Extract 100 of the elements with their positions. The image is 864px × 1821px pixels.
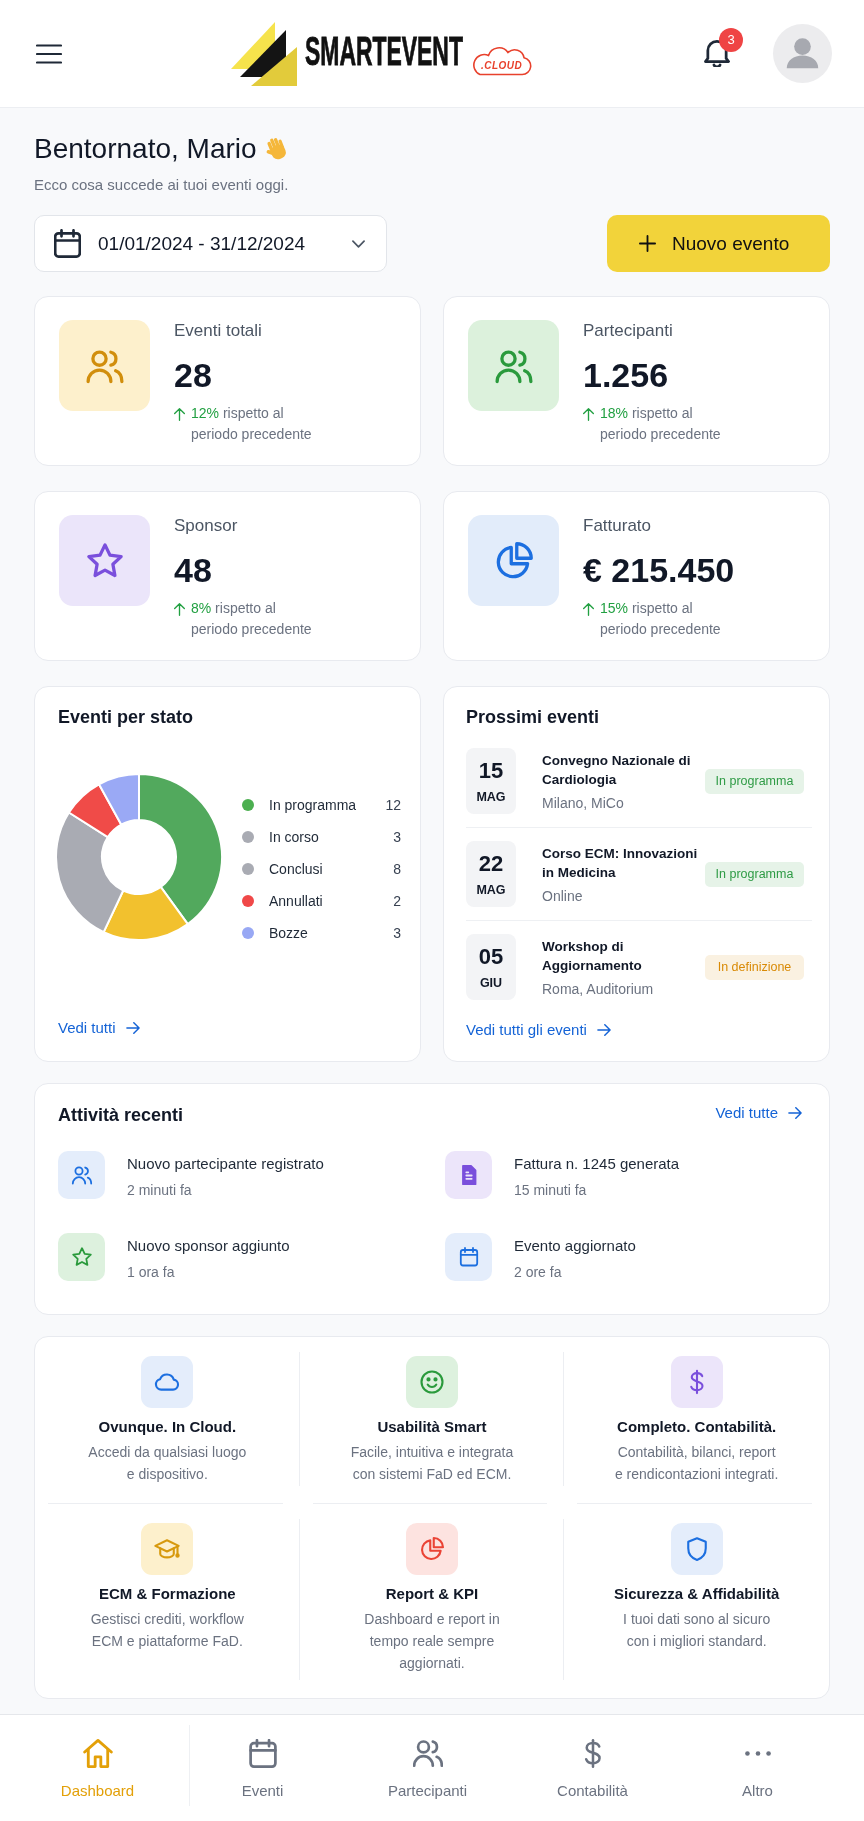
event-location: Roma, Auditorium <box>542 979 655 998</box>
legend-label: Conclusi <box>269 861 324 877</box>
feature-title: Completo. Contabilità. <box>617 1417 777 1437</box>
stat-value: € 215.450 <box>583 550 735 590</box>
calendar-icon <box>445 1233 492 1281</box>
nav-tab[interactable]: Altro <box>675 1715 840 1821</box>
logo-cloud-tag: .CLOUD <box>470 44 533 77</box>
date-month: MAG <box>476 881 506 898</box>
feature-description: Gestisci crediti, workflow ECM e piattaforme FaD. <box>89 1610 245 1651</box>
date-month: GIU <box>479 974 503 991</box>
nav-tab[interactable]: Eventi <box>180 1715 345 1821</box>
event-location: Online <box>542 886 584 905</box>
greeting-title: Bentornato, Mario <box>34 133 257 165</box>
stat-label: Fatturato <box>583 515 653 537</box>
users-icon <box>58 1151 105 1199</box>
arrow-right-icon <box>596 1024 611 1036</box>
stat-trend: 12% rispetto al periodo precedente <box>191 404 313 444</box>
activity-title: Nuovo partecipante registrato <box>127 1154 324 1174</box>
greeting-subtitle: Ecco cosa succede ai tuoi eventi oggi. <box>34 175 290 195</box>
view-all-link[interactable]: Vedi tutte <box>715 1103 802 1123</box>
date-day: 15 <box>478 757 504 784</box>
status-badge: In definizione <box>705 954 804 980</box>
activity-time: 2 minuti fa <box>127 1181 193 1200</box>
legend-count: 2 <box>393 893 401 909</box>
legend-count: 8 <box>393 861 401 877</box>
users-icon <box>412 1739 443 1768</box>
legend-label: Bozze <box>269 925 309 941</box>
feature-title: Usabilità Smart <box>377 1417 487 1437</box>
event-title: Convegno Nazionale di Cardiologia <box>542 751 692 789</box>
users-icon <box>468 320 559 411</box>
legend-label: In corso <box>269 829 320 845</box>
feature-description: Dashboard e report in tempo reale sempre aggiornati. <box>363 1610 501 1673</box>
more-icon <box>744 1751 771 1756</box>
arrow-up-icon <box>583 603 594 616</box>
date-day: 22 <box>478 850 504 877</box>
view-all-link[interactable]: Vedi tutti <box>58 1018 140 1038</box>
users-icon <box>59 320 150 411</box>
card-title: Attività recenti <box>58 1104 184 1127</box>
logo-icon <box>231 21 297 86</box>
card-title: Prossimi eventi <box>466 706 601 729</box>
pie-chart-icon <box>468 515 559 606</box>
date-day: 05 <box>478 943 504 970</box>
stat-value: 28 <box>174 355 213 395</box>
date-month: MAG <box>476 788 506 805</box>
arrow-right-icon <box>125 1022 140 1034</box>
activity-title: Evento aggiornato <box>514 1236 636 1256</box>
feature-description: Accedi da qualsiasi luogo e dispositivo. <box>87 1443 248 1484</box>
status-badge: In programma <box>705 861 804 887</box>
feature-title: Ovunque. In Cloud. <box>98 1417 237 1437</box>
stat-label: Sponsor <box>174 515 239 537</box>
stat-value: 48 <box>174 550 213 590</box>
graduation-cap-icon <box>141 1523 194 1575</box>
notification-badge: 3 <box>719 28 743 52</box>
stat-label: Partecipanti <box>583 320 674 342</box>
event-title: Workshop di Aggiornamento <box>542 937 643 975</box>
document-icon <box>445 1151 492 1199</box>
date-range-picker[interactable]: 01/01/2024 - 31/12/2024 <box>34 215 387 272</box>
activity-time: 1 ora fa <box>127 1263 176 1282</box>
menu-icon[interactable] <box>36 43 62 64</box>
bell-icon[interactable] <box>704 40 730 67</box>
stat-value: 1.256 <box>583 355 670 395</box>
activity-time: 15 minuti fa <box>514 1181 588 1200</box>
nav-tab[interactable]: Contabilità <box>510 1715 675 1821</box>
activity-time: 2 ore fa <box>514 1263 563 1282</box>
chevron-down-icon <box>352 239 365 248</box>
stat-trend: 8% rispetto al periodo precedente <box>191 599 313 639</box>
arrow-up-icon <box>583 408 594 421</box>
feature-title: ECM & Formazione <box>99 1584 236 1604</box>
stat-trend: 15% rispetto al periodo precedente <box>600 599 722 639</box>
feature-description: Facile, intuitiva e integrata con sistemi FaD ed ECM. <box>349 1443 515 1484</box>
activity-title: Nuovo sponsor aggiunto <box>127 1236 290 1256</box>
card-title: Eventi per stato <box>58 706 195 729</box>
legend-label: In programma <box>269 797 358 813</box>
stat-trend: 18% rispetto al periodo precedente <box>600 404 722 444</box>
calendar-icon <box>54 229 81 258</box>
new-event-button[interactable]: Nuovo evento <box>607 215 830 272</box>
feature-title: Sicurezza & Affidabilità <box>614 1584 780 1604</box>
nav-tab[interactable]: Partecipanti <box>345 1715 510 1821</box>
pie-chart-icon <box>406 1523 458 1575</box>
legend-label: Annullati <box>269 893 324 909</box>
legend-count: 3 <box>393 925 401 941</box>
dollar-icon <box>670 1356 723 1408</box>
calendar-icon <box>247 1739 278 1768</box>
shield-icon <box>670 1523 723 1575</box>
activity-title: Fattura n. 1245 generata <box>514 1154 680 1174</box>
view-all-events-link[interactable]: Vedi tutti gli eventi <box>466 1020 611 1040</box>
arrow-up-icon <box>174 603 185 616</box>
feature-description: I tuoi dati sono al sicuro con i migliori standard. <box>622 1610 772 1651</box>
arrow-right-icon <box>788 1107 802 1119</box>
smiley-icon <box>406 1356 458 1408</box>
feature-description: Contabilità, bilanci, report e rendicontazioni integrati. <box>613 1443 780 1484</box>
plus-icon <box>639 235 656 252</box>
logo-text: SMARTEVENT <box>305 30 463 71</box>
legend-count: 3 <box>393 829 401 845</box>
arrow-up-icon <box>174 408 185 421</box>
feature-title: Report & KPI <box>385 1584 479 1604</box>
event-location: Milano, MiCo <box>542 793 625 812</box>
home-icon <box>82 1739 113 1768</box>
cloud-icon <box>141 1356 194 1408</box>
stat-label: Eventi totali <box>174 320 263 342</box>
